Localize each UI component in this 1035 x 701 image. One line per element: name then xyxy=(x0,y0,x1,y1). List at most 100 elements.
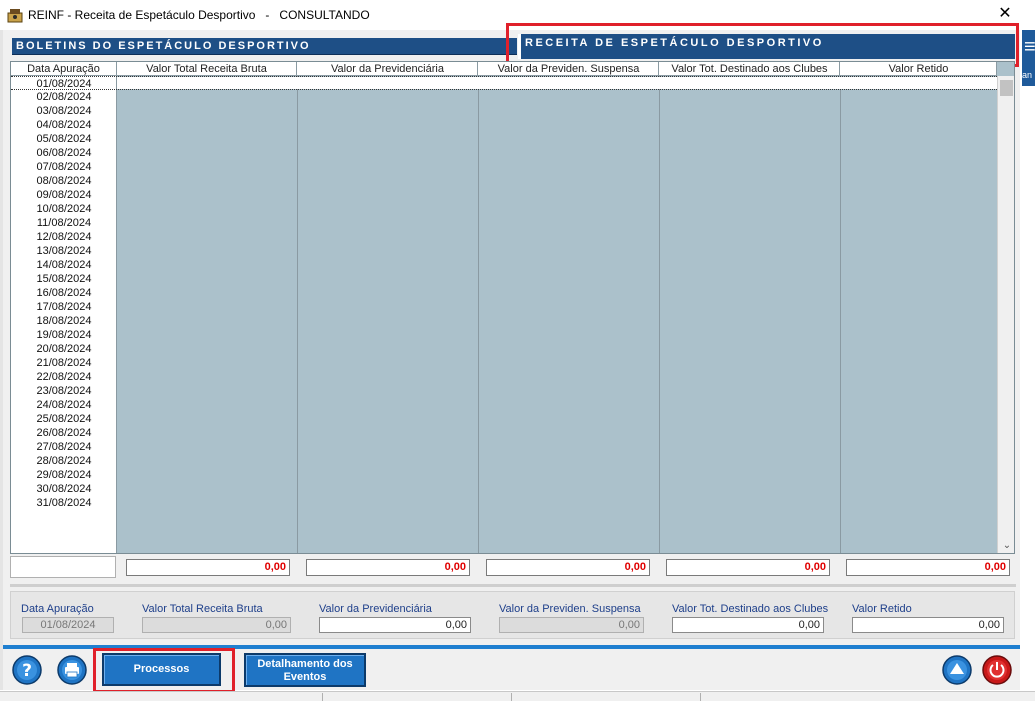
status-bar xyxy=(0,691,1035,701)
table-row[interactable]: 13/08/2024 xyxy=(11,244,997,258)
row-date: 02/08/2024 xyxy=(36,91,92,103)
total-receita-bruta: 0,00 xyxy=(126,559,290,576)
row-date: 17/08/2024 xyxy=(36,301,92,313)
row-date: 08/08/2024 xyxy=(36,175,92,187)
column-header[interactable]: Valor da Previden. Suspensa xyxy=(479,62,659,76)
table-row[interactable]: 02/08/2024 xyxy=(11,90,997,104)
total-previdenciaria: 0,00 xyxy=(306,559,470,576)
table-row[interactable]: 06/08/2024 xyxy=(11,146,997,160)
row-date: 24/08/2024 xyxy=(36,399,92,411)
help-button[interactable]: ? xyxy=(12,655,42,685)
column-header[interactable]: Data Apuração xyxy=(11,62,117,76)
column-header[interactable]: Valor Tot. Destinado aos Clubes xyxy=(660,62,840,76)
menu-icon: ≡ xyxy=(1024,36,1035,58)
print-button[interactable] xyxy=(57,655,87,685)
destinado-clubes-field[interactable]: 0,00 xyxy=(672,617,824,633)
scroll-top-button[interactable] xyxy=(942,655,972,685)
previdenciaria-field[interactable]: 0,00 xyxy=(319,617,471,633)
row-date: 29/08/2024 xyxy=(36,469,92,481)
window-border xyxy=(0,30,3,690)
detail-panel: Data Apuração 01/08/2024 Valor Total Rec… xyxy=(10,591,1015,639)
table-row[interactable]: 10/08/2024 xyxy=(11,202,997,216)
help-icon: ? xyxy=(12,655,42,685)
svg-text:?: ? xyxy=(22,661,32,681)
side-strip: ≡ an xyxy=(1022,30,1035,86)
table-row[interactable]: 21/08/2024 xyxy=(11,356,997,370)
row-date: 12/08/2024 xyxy=(36,231,92,243)
valor-retido-field[interactable]: 0,00 xyxy=(852,617,1004,633)
row-date: 03/08/2024 xyxy=(36,105,92,117)
section-header-boletins: BOLETINS DO ESPETÁCULO DESPORTIVO xyxy=(12,38,517,55)
receita-bruta-field: 0,00 xyxy=(142,617,291,633)
table-row[interactable]: 01/08/2024 xyxy=(11,76,997,90)
exit-button[interactable] xyxy=(982,655,1012,685)
close-icon[interactable]: ✕ xyxy=(996,4,1014,24)
row-date: 13/08/2024 xyxy=(36,245,92,257)
table-row[interactable]: 04/08/2024 xyxy=(11,118,997,132)
table-row[interactable]: 11/08/2024 xyxy=(11,216,997,230)
table-row[interactable]: 17/08/2024 xyxy=(11,300,997,314)
data-grid[interactable]: Data Apuração Valor Total Receita Bruta Va… xyxy=(10,61,1015,554)
window-title: REINF - Receita de Espetáculo Desportivo… xyxy=(28,8,370,22)
table-row[interactable]: 16/08/2024 xyxy=(11,286,997,300)
row-date: 31/08/2024 xyxy=(36,497,92,509)
row-date: 07/08/2024 xyxy=(36,161,92,173)
table-row[interactable]: 23/08/2024 xyxy=(11,384,997,398)
table-row[interactable]: 28/08/2024 xyxy=(11,454,997,468)
data-apuracao-field: 01/08/2024 xyxy=(22,617,114,633)
table-row[interactable]: 12/08/2024 xyxy=(11,230,997,244)
table-row[interactable]: 18/08/2024 xyxy=(11,314,997,328)
table-row[interactable]: 08/08/2024 xyxy=(11,174,997,188)
window-border-right xyxy=(1020,30,1035,690)
total-previden-suspensa: 0,00 xyxy=(486,559,650,576)
tab-receita[interactable]: RECEITA DE ESPETÁCULO DESPORTIVO xyxy=(518,34,1015,59)
detalhamento-eventos-button[interactable]: Detalhamento dos Eventos xyxy=(244,653,366,687)
previden-suspensa-field: 0,00 xyxy=(499,617,644,633)
side-strip-text: an xyxy=(1022,70,1033,80)
table-row[interactable]: 09/08/2024 xyxy=(11,188,997,202)
vertical-scrollbar[interactable]: ⌄ xyxy=(997,76,1014,553)
table-row[interactable]: 31/08/2024 xyxy=(11,496,997,510)
row-date: 15/08/2024 xyxy=(36,273,92,285)
column-header[interactable]: Valor da Previdenciária xyxy=(298,62,478,76)
table-row[interactable]: 05/08/2024 xyxy=(11,132,997,146)
title-bar: REINF - Receita de Espetáculo Desportivo… xyxy=(0,0,1035,30)
table-row[interactable]: 19/08/2024 xyxy=(11,328,997,342)
table-row[interactable]: 15/08/2024 xyxy=(11,272,997,286)
label-previden-suspensa: Valor da Previden. Suspensa xyxy=(499,603,641,615)
table-row[interactable]: 30/08/2024 xyxy=(11,482,997,496)
table-row[interactable]: 03/08/2024 xyxy=(11,104,997,118)
table-row[interactable]: 22/08/2024 xyxy=(11,370,997,384)
status-panel xyxy=(511,693,696,701)
arrow-up-icon xyxy=(942,655,972,685)
table-row[interactable]: 25/08/2024 xyxy=(11,412,997,426)
label-data-apuracao: Data Apuração xyxy=(21,603,94,615)
status-panel xyxy=(322,693,507,701)
column-header[interactable]: Valor Total Receita Bruta xyxy=(117,62,297,76)
table-row[interactable]: 27/08/2024 xyxy=(11,440,997,454)
column-header[interactable]: Valor Retido xyxy=(841,62,997,76)
table-row[interactable]: 20/08/2024 xyxy=(11,342,997,356)
row-date: 09/08/2024 xyxy=(36,189,92,201)
power-icon xyxy=(982,655,1012,685)
chevron-down-icon[interactable]: ⌄ xyxy=(998,538,1014,553)
row-date: 01/08/2024 xyxy=(36,78,92,90)
divider xyxy=(10,584,1016,587)
row-date: 30/08/2024 xyxy=(36,483,92,495)
table-row[interactable]: 24/08/2024 xyxy=(11,398,997,412)
table-row[interactable]: 29/08/2024 xyxy=(11,468,997,482)
total-valor-retido: 0,00 xyxy=(846,559,1010,576)
row-date: 25/08/2024 xyxy=(36,413,92,425)
row-date: 26/08/2024 xyxy=(36,427,92,439)
processos-button[interactable]: Processos xyxy=(102,653,221,686)
table-row[interactable]: 07/08/2024 xyxy=(11,160,997,174)
scrollbar-thumb[interactable] xyxy=(1000,80,1013,96)
row-date: 23/08/2024 xyxy=(36,385,92,397)
table-row[interactable]: 14/08/2024 xyxy=(11,258,997,272)
table-row[interactable]: 26/08/2024 xyxy=(11,426,997,440)
totals-row: 0,00 0,00 0,00 0,00 0,00 xyxy=(10,556,1015,580)
label-valor-retido: Valor Retido xyxy=(852,603,912,615)
status-panel xyxy=(700,693,850,701)
label-receita-bruta: Valor Total Receita Bruta xyxy=(142,603,263,615)
row-date: 18/08/2024 xyxy=(36,315,92,327)
